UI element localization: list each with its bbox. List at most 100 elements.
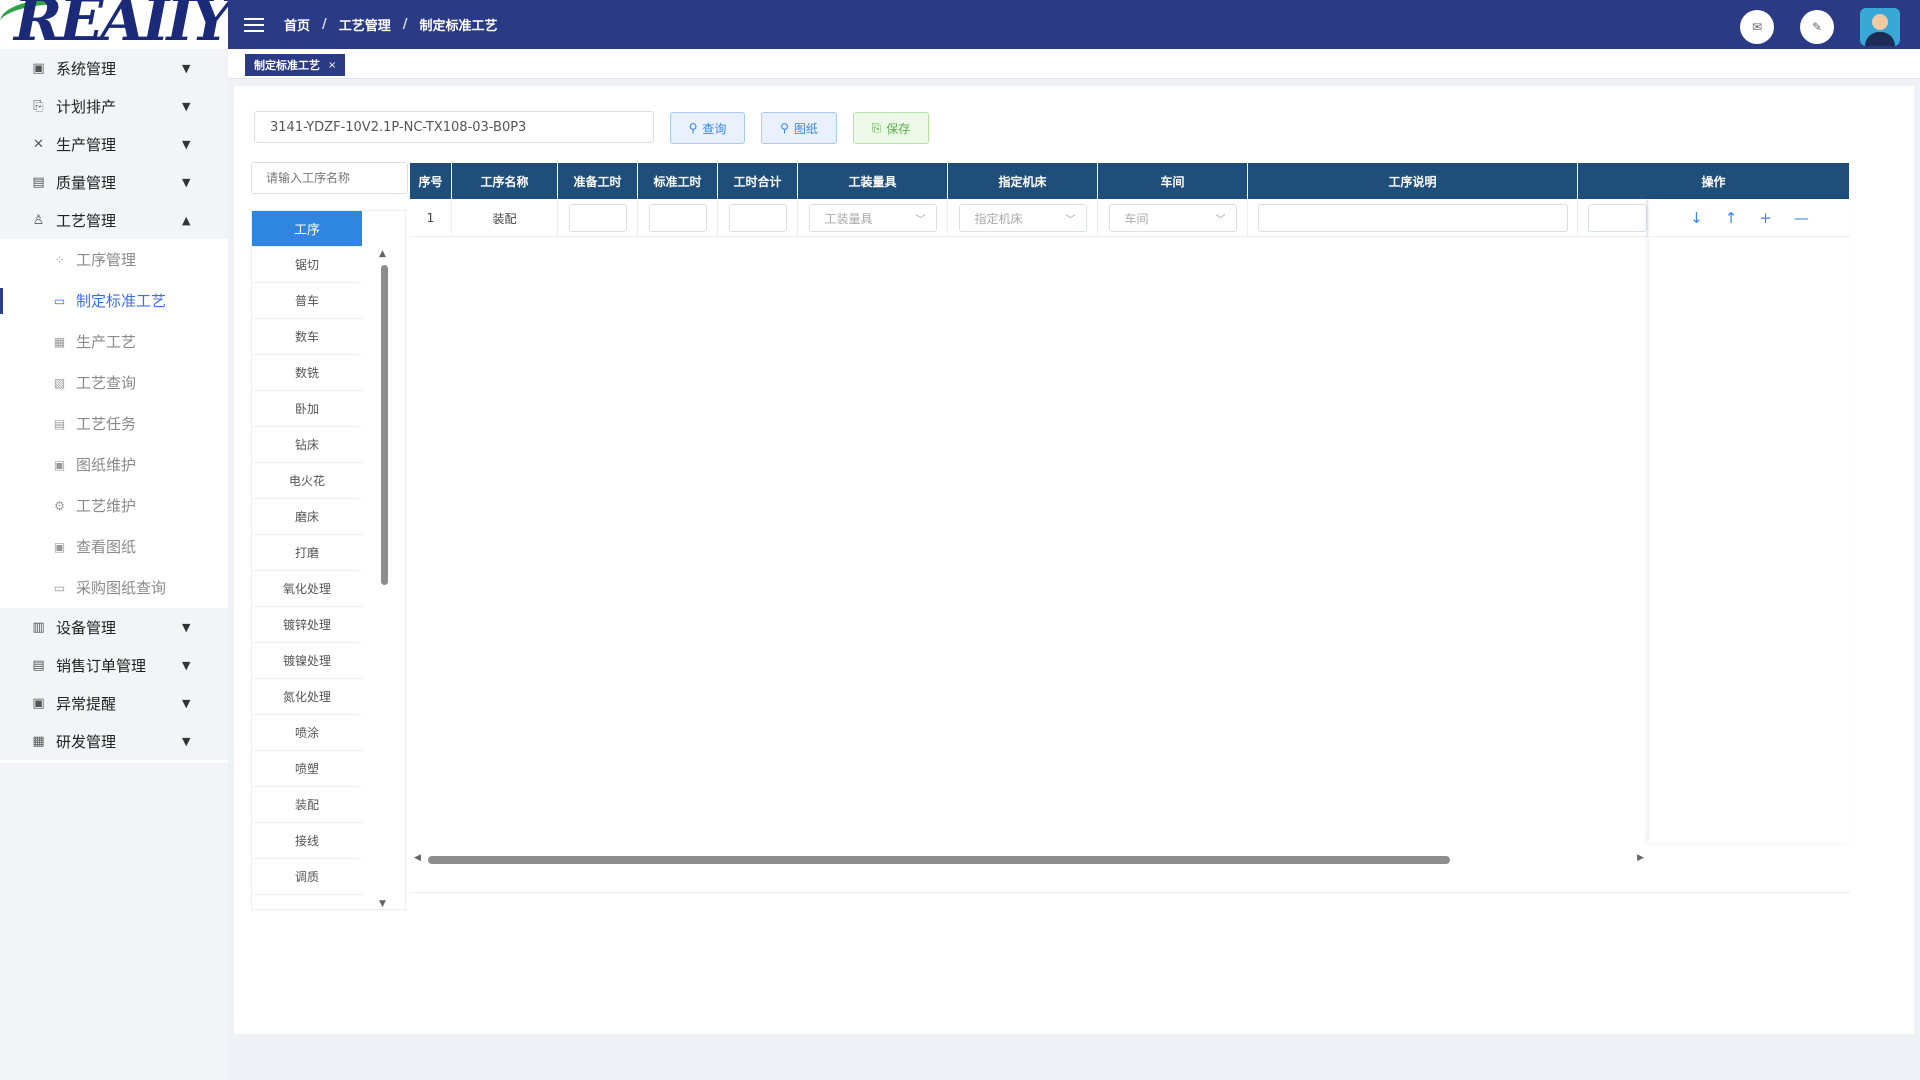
hamburger-menu-icon[interactable] [244,17,264,32]
device-icon: ▥ [32,619,45,635]
process-list-item[interactable]: 喷涂 [252,715,362,751]
query-button[interactable]: ⚲ 查询 [670,112,745,144]
sidebar-item-label: 生产管理 [56,135,117,154]
process-search-input[interactable] [251,162,408,194]
column-header: 车间 [1098,163,1248,199]
breadcrumb-level1[interactable]: 工艺管理 [339,15,391,34]
process-list-item[interactable]: 电火花 [252,463,362,499]
sidebar-item-bottom-1[interactable]: ▤ 销售订单管理 ▼ [0,646,228,684]
top-bar: 首页 / 工艺管理 / 制定标准工艺 ✉ ✎ [228,0,1920,49]
sidebar-subitem-4[interactable]: ▤ 工艺任务 [0,403,228,444]
scroll-up-icon[interactable]: ▲ [379,249,386,259]
sidebar-item-bottom-0[interactable]: ▥ 设备管理 ▼ [0,608,228,646]
prep-time-input[interactable] [568,204,627,232]
column-header: 操作 [1578,163,1850,199]
caret-down-icon: ▼ [182,658,191,672]
sidebar-item-bottom-2[interactable]: ▣ 异常提醒 ▼ [0,684,228,722]
process-list-item[interactable]: 装配 [252,787,362,823]
sidebar-subitem-2[interactable]: ▦ 生产工艺 [0,321,228,362]
fixture-select[interactable]: 工装量具 ﹀ [808,204,937,232]
caret-down-icon: ▼ [182,734,191,748]
row-operations: ↓ ↑ + — [1649,199,1850,237]
column-header: 指定机床 [948,163,1098,199]
tab-close-icon[interactable]: × [328,60,336,71]
part-code-input[interactable] [254,111,654,143]
sidebar-subitem-7[interactable]: ▣ 查看图纸 [0,526,228,567]
sidebar-item-top-4[interactable]: ♙ 工艺管理 ▲ [0,201,228,239]
table-horizontal-scrollbar[interactable]: ◀ ▶ [410,853,1650,867]
monitor-icon: ▣ [53,457,66,472]
edit-note-icon[interactable]: ✎ [1800,10,1834,44]
sidebar-item-top-3[interactable]: ▤ 质量管理 ▼ [0,163,228,201]
process-list-item[interactable]: 普车 [252,283,362,319]
chart-icon: ▦ [53,334,66,349]
process-list-item[interactable]: 卧加 [252,391,362,427]
remove-row-icon[interactable]: — [1794,209,1809,227]
move-down-icon[interactable]: ↓ [1690,209,1703,227]
breadcrumb: 首页 / 工艺管理 / 制定标准工艺 [284,15,498,34]
column-header: 准备工时 [558,163,638,199]
sidebar-background [0,763,228,1080]
breadcrumb-separator: / [402,17,408,32]
sidebar-subitem-5[interactable]: ▣ 图纸维护 [0,444,228,485]
sidebar-subitem-0[interactable]: ⁘ 工序管理 [0,239,228,280]
save-button[interactable]: ⎘ 保存 [853,112,929,144]
sidebar-item-top-1[interactable]: ⎘ 计划排产 ▼ [0,87,228,125]
tab-bar: 制定标准工艺 × [228,49,1920,79]
sidebar-subitem-1[interactable]: ▭ 制定标准工艺 [0,280,228,321]
drawing-button[interactable]: ⚲ 图纸 [761,112,837,144]
process-list-item[interactable]: 数车 [252,319,362,355]
sidebar-subitem-8[interactable]: ▭ 采购图纸查询 [0,567,228,608]
tab-standard-process[interactable]: 制定标准工艺 × [245,54,346,76]
plan-icon: ⎘ [33,98,44,114]
scroll-down-icon[interactable]: ▼ [379,899,386,909]
process-list-item[interactable]: 镀锌处理 [252,607,362,643]
scroll-right-icon[interactable]: ▶ [1637,853,1644,863]
process-list-scrollbar[interactable]: ▲ ▼ [378,249,390,909]
process-list-item[interactable]: 氮化处理 [252,679,362,715]
add-row-icon[interactable]: + [1759,209,1772,227]
process-list-item[interactable]: 调质 [252,859,362,895]
sidebar-item-bottom-3[interactable]: ▦ 研发管理 ▼ [0,722,228,760]
move-up-icon[interactable]: ↑ [1725,209,1738,227]
scroll-thumb[interactable] [428,856,1450,864]
process-list-item[interactable]: 打磨 [252,535,362,571]
sidebar-item-label: 质量管理 [56,173,117,192]
description-input[interactable] [1257,204,1568,232]
process-list-item[interactable]: 锯切 [252,247,362,283]
sidebar-item-label: 系统管理 [56,59,117,78]
process-list-item[interactable]: 氧化处理 [252,571,362,607]
machine-select[interactable]: 指定机床 ﹀ [958,204,1087,232]
main-content: ⚲ 查询 ⚲ 图纸 ⎘ 保存 工序 锯切普车数车数铣卧加钻床电火花磨床打磨氧化处… [234,86,1914,1034]
sidebar-item-top-2[interactable]: ✕ 生产管理 ▼ [0,125,228,163]
scroll-thumb[interactable] [381,265,388,585]
top-icons: ✉ ✎ [1740,8,1900,46]
total-time-input[interactable] [728,204,787,232]
process-list-item[interactable]: 磨床 [252,499,362,535]
std-time-input[interactable] [648,204,707,232]
caret-down-icon: ▼ [182,620,191,634]
workshop-select[interactable]: 车间 ﹀ [1108,204,1237,232]
process-list-item[interactable]: 数铣 [252,355,362,391]
avatar[interactable] [1860,8,1900,46]
process-list-item[interactable]: 钻床 [252,427,362,463]
mail-icon[interactable]: ✉ [1740,10,1774,44]
monitor-icon: ▣ [53,539,66,554]
drawing-button-label: 图纸 [793,121,818,136]
breadcrumb-current: 制定标准工艺 [419,19,498,34]
flask-icon: ♙ [32,212,45,228]
breadcrumb-home[interactable]: 首页 [284,15,310,34]
workshop-placeholder: 车间 [1124,211,1149,226]
process-list-item[interactable]: 喷塑 [252,751,362,787]
sidebar-subitem-3[interactable]: ▧ 工艺查询 [0,362,228,403]
cell-total-time [718,199,798,237]
sidebar-item-top-0[interactable]: ▣ 系统管理 ▼ [0,49,228,87]
extra-input[interactable] [1588,204,1647,232]
column-header: 工序名称 [452,163,558,199]
sidebar-subitem-6[interactable]: ⚙ 工艺维护 [0,485,228,526]
scroll-left-icon[interactable]: ◀ [414,853,421,863]
process-list-item[interactable]: 镀镍处理 [252,643,362,679]
operations-fixed-column: ↓ ↑ + — [1649,199,1850,843]
caret-down-icon: ▼ [182,99,191,113]
process-list-item[interactable]: 接线 [252,823,362,859]
